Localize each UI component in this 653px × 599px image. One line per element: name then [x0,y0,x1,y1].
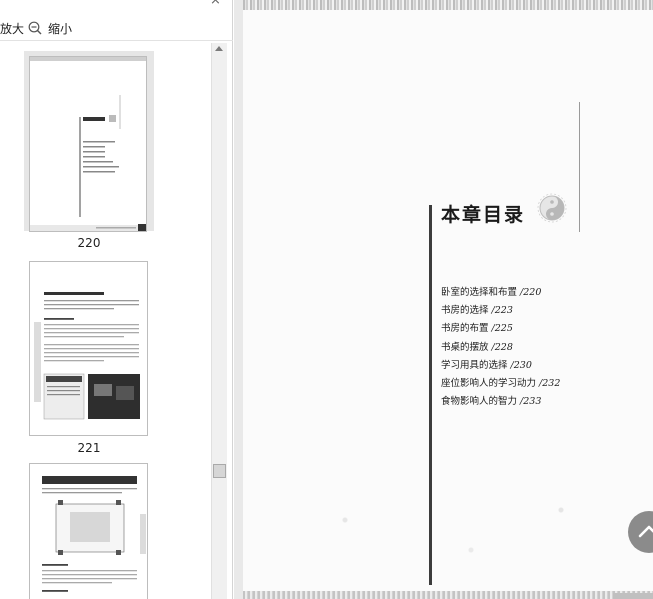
thumbnail-preview [29,261,148,436]
thumbnail-page-image [30,57,146,231]
toc-page: /232 [539,378,561,390]
thumbnail-page-image [34,292,140,420]
toc-page: /225 [491,323,513,335]
toc-entry[interactable]: 食物影响人的智力 /233 [441,393,560,411]
thumbnail-page-222[interactable] [24,463,154,599]
scan-edge-bottom [243,591,653,599]
chevron-up-icon [638,525,653,538]
scroll-up-arrow-icon[interactable] [215,46,223,51]
thumbnail-preview [29,463,148,599]
chapter-vertical-rule [429,205,432,585]
scrollbar-thumb[interactable] [213,464,226,478]
zoom-in-button[interactable]: 放大 [0,20,24,37]
toc-entry[interactable]: 座位影响人的学习动力 /232 [441,375,560,393]
thumbnail-panel: × 放大 缩小 220 221 [0,0,233,599]
toc-page: /220 [520,287,542,298]
table-of-contents: 卧室的选择和布置 /220 书房的选择 /223 书房的布置 /225 书桌的摆… [441,284,560,411]
toc-title: 书房的选择 [441,305,489,317]
decorative-rule [579,102,580,232]
thumbnail-page-number: 221 [77,441,101,455]
thumbnail-page-image [42,476,146,592]
thumbnail-preview [29,56,147,232]
toc-title: 卧室的选择和布置 [441,287,518,298]
yin-yang-emblem-icon [537,193,567,223]
thumbnail-page-number: 220 [77,236,101,250]
toc-entry[interactable]: 学习用具的选择 /230 [441,357,560,375]
toc-title: 食物影响人的智力 [441,396,518,408]
thumbnail-scrollbar[interactable] [211,43,227,599]
scan-speckle [273,480,633,580]
toc-title: 学习用具的选择 [441,359,508,371]
toc-page: /228 [491,341,513,353]
thumbnail-page-220[interactable]: 220 [24,51,154,250]
close-panel-button[interactable]: × [210,0,221,7]
toc-page: /223 [491,305,513,317]
toc-entry[interactable]: 卧室的选择和布置 /220 [441,284,560,302]
toc-entry[interactable]: 书房的布置 /225 [441,320,560,338]
toc-entry[interactable]: 书房的选择 /223 [441,302,560,320]
toc-title: 座位影响人的学习动力 [441,378,537,390]
document-viewer: 本章目录 卧室的选择和布置 /220 书房的选择 /223 书房的布置 /225… [234,0,653,599]
toc-title: 书房的布置 [441,323,489,335]
chapter-title: 本章目录 [441,204,526,226]
toc-entry[interactable]: 书桌的摆放 /228 [441,339,560,357]
toc-title: 书桌的摆放 [441,341,489,353]
toc-page: /233 [520,396,542,408]
document-page: 本章目录 卧室的选择和布置 /220 书房的选择 /223 书房的布置 /225… [243,0,653,599]
thumbnail-page-221[interactable]: 221 [24,261,154,461]
thumbnail-toolbar: 放大 缩小 [0,15,233,41]
thumbnail-list: 220 221 [0,43,211,599]
zoom-out-button[interactable]: 缩小 [48,20,72,37]
toc-page: /230 [510,359,532,371]
zoom-out-icon[interactable] [28,21,42,35]
panel-header: × [0,0,233,10]
horizontal-scrollbar-thumb[interactable] [613,593,653,599]
scan-edge-top [243,0,653,10]
